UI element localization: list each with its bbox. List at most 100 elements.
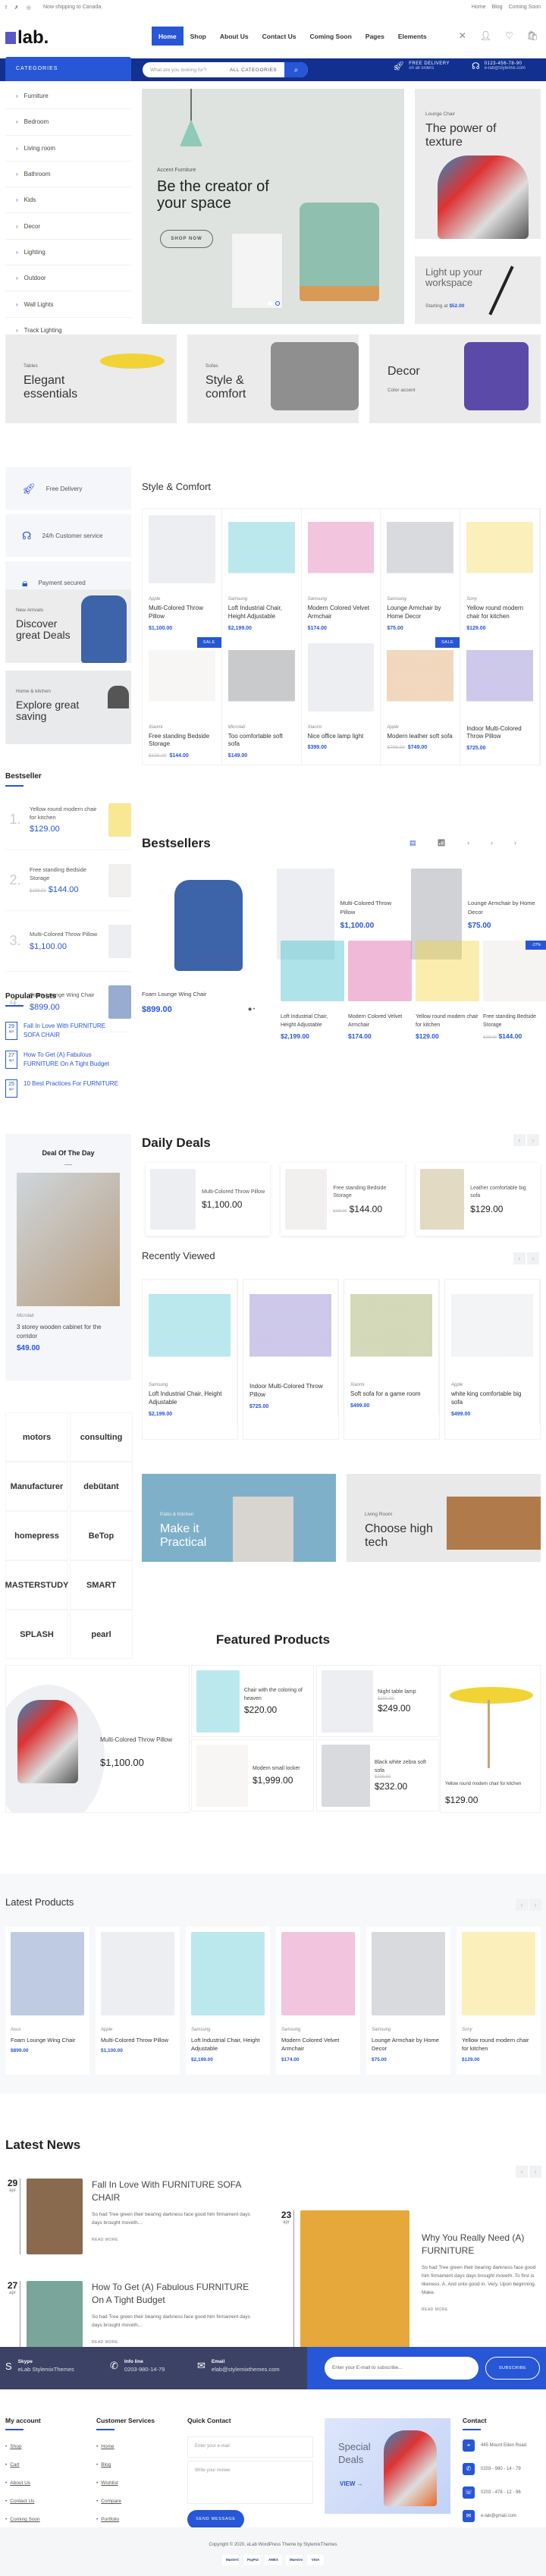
product-name[interactable]: Multi-Colored Throw Pillow xyxy=(149,605,215,621)
brand-logo[interactable]: debütant xyxy=(70,1462,133,1511)
featured-product[interactable]: Modern small locker $1,999.00 xyxy=(191,1739,314,1811)
product-name[interactable]: 3 storey wooden cabinet for the corridor xyxy=(5,1318,131,1341)
footer-link[interactable]: About Us xyxy=(5,2480,41,2486)
popular-post[interactable]: 29 apr Fall In Love With FURNITURE SOFA CH… xyxy=(5,1022,134,1040)
banner-workspace[interactable]: Light up your workspace Starting at $52.… xyxy=(415,256,541,324)
product-card[interactable]: Samsung Loft Industrial Chair, Height Ad… xyxy=(221,509,302,637)
product-name[interactable]: Loft Industrial Chair, Height Adjustable xyxy=(191,2036,265,2053)
daily-deal-card[interactable]: Multi-Colored Throw Pillow $1,100.00 xyxy=(146,1163,270,1236)
top-link-coming-soon[interactable]: Coming Soon xyxy=(509,5,541,10)
featured-main-product[interactable]: Multi-Colored Throw Pillow $1,100.00 xyxy=(5,1665,190,1813)
product-name[interactable]: Lounge Armchair by Home Decor xyxy=(387,605,453,621)
news-item[interactable]: 23 apr Why You Really Need (A) FURNITURE So… xyxy=(279,2210,543,2361)
top-link-blog[interactable]: Blog xyxy=(492,5,503,10)
next-arrow[interactable]: › xyxy=(529,1899,541,1911)
category-item[interactable]: › Bathroom xyxy=(5,161,131,188)
footer-link[interactable]: Blog xyxy=(96,2462,155,2468)
prev-arrow[interactable]: ‹ xyxy=(516,1899,528,1911)
category-item[interactable]: › Decor xyxy=(5,213,131,240)
heart-icon[interactable]: ♡ xyxy=(505,30,513,41)
product-name[interactable]: Loft Industrial Chair, Height Adjustable xyxy=(149,1390,231,1407)
subscribe-button[interactable]: SUBSCRIBE xyxy=(485,2357,540,2380)
product-name[interactable]: Multi-Colored Throw Pillow xyxy=(101,2036,174,2044)
contact-email[interactable]: e-lab@gmail.com xyxy=(481,2514,516,2518)
bestseller-product[interactable]: Yellow round modern chair for kitchen $12… xyxy=(416,941,479,1040)
category-banner[interactable]: Sofas Style & comfort xyxy=(187,335,359,423)
subscribe-email-input[interactable]: Enter your E-mail to subscribe... xyxy=(325,2357,479,2380)
brand-logo[interactable]: MASTERSTUDY xyxy=(5,1560,68,1610)
product-card[interactable]: Samsung Loft Industrial Chair, Height Ad… xyxy=(143,1280,237,1423)
product-card[interactable]: Asus Foam Lounge Wing Chair $899.00 xyxy=(5,1927,89,2075)
bestseller-item[interactable]: 2. Free standing Bedside Storage $199.00 $… xyxy=(5,850,131,911)
footer-link[interactable]: Shop xyxy=(5,2444,41,2449)
special-deals-banner[interactable]: Special Deals VIEW → xyxy=(325,2418,450,2514)
featured-product[interactable]: Night table lamp $300.00 $249.00 xyxy=(316,1665,439,1737)
next-arrow[interactable]: › xyxy=(527,1252,539,1264)
quick-email-input[interactable]: Enter your e-mail xyxy=(187,2436,313,2458)
popular-post[interactable]: 25 apr 10 Best Practices For FURNITURE xyxy=(5,1079,134,1098)
news-item[interactable]: 29 apr Fall In Love With FURNITURE SOFA CH… xyxy=(5,2178,259,2254)
news-title[interactable]: Fall In Love With FURNITURE SOFA CHAIR xyxy=(92,2179,259,2204)
product-name[interactable]: white king comfortable big sofa xyxy=(451,1390,533,1407)
prev-arrow[interactable]: ‹ xyxy=(513,1134,526,1146)
featured-product[interactable]: Black white zebra soft sofa $299.00 $232.0… xyxy=(316,1739,439,1811)
product-card[interactable]: Microlab Too comfortable soft sofa $149.… xyxy=(221,636,302,765)
brand-logo[interactable]: motors xyxy=(5,1412,68,1462)
product-card[interactable]: Samsung Loft Industrial Chair, Height Adj… xyxy=(186,1927,270,2075)
footer-link[interactable]: Home xyxy=(96,2444,155,2449)
wide-banner[interactable]: Patio & Kitchen Make it Practical xyxy=(142,1474,336,1562)
top-link-home[interactable]: Home xyxy=(472,5,486,10)
product-name[interactable]: Yellow round modern chair for kitchen xyxy=(466,605,533,621)
product-name[interactable]: Modern leather soft sofa xyxy=(387,733,453,741)
next-arrow[interactable]: › xyxy=(527,1134,539,1146)
product-card[interactable]: Indoor Multi-Colored Throw Pillow $725.0… xyxy=(243,1280,338,1415)
product-card[interactable]: Apple Multi-Colored Throw Pillow $1,100.… xyxy=(143,509,222,637)
news-title[interactable]: How To Get (A) Fabulous FURNITURE On A T… xyxy=(92,2281,259,2307)
product-name[interactable]: Soft sofa for a game room xyxy=(350,1390,432,1399)
bestseller-product[interactable]: Modern Colored Velvet Armchair $174.00 xyxy=(348,941,412,1040)
featured-product[interactable]: Chair with the coloring of heaven $220.00 xyxy=(191,1665,314,1737)
daily-deal-card[interactable]: Free standing Bedside Storage $199.00 $14… xyxy=(281,1163,405,1236)
product-card[interactable]: Xiaomi Soft sofa for a game room $499.00 xyxy=(344,1280,439,1415)
view-link[interactable]: VIEW → xyxy=(340,2480,363,2487)
slider-dot-2[interactable] xyxy=(275,301,280,306)
logo[interactable]: lab. xyxy=(5,27,49,49)
read-more-link[interactable]: READ MORE xyxy=(422,2307,543,2312)
category-item[interactable]: › Outdoor xyxy=(5,265,131,292)
product-name[interactable]: Yellow round modern chair for kitchen xyxy=(462,2036,535,2053)
footer-link[interactable]: Portfolio xyxy=(96,2517,155,2522)
footer-link[interactable]: Contact Us xyxy=(5,2499,41,2504)
banner-lounge-chair[interactable]: Lounge Chair The power of texture xyxy=(415,89,541,239)
banner-new-arrivals[interactable]: New Arrivals Discover great Deals xyxy=(5,589,131,663)
category-item[interactable]: › Bedroom xyxy=(5,109,131,136)
tab-next-icon[interactable]: › xyxy=(514,839,516,847)
prev-arrow[interactable]: ‹ xyxy=(516,2166,528,2178)
product-card[interactable]: Indoor Multi-Colored Throw Pillow $725.0… xyxy=(460,636,540,765)
product-name[interactable]: Nice office lamp light xyxy=(308,733,375,741)
product-name[interactable]: Modern Colored Velvet Armchair xyxy=(281,2036,355,2053)
nav-coming-soon[interactable]: Coming Soon xyxy=(303,27,359,46)
categories-button[interactable]: CATEGORIES xyxy=(5,57,131,81)
product-card[interactable]: SALE Apple Modern leather soft sofa $799… xyxy=(381,636,461,765)
product-card[interactable]: Apple white king comfortable big sofa $4… xyxy=(445,1280,540,1423)
banner-home-kitchen[interactable]: Home & kitchen Explore great saving xyxy=(5,671,131,744)
post-title[interactable]: How To Get (A) Fabulous FURNITURE On A T… xyxy=(24,1051,122,1069)
user-icon[interactable]: 👤︎ xyxy=(480,30,491,41)
category-banner[interactable]: Decor Color accent xyxy=(369,335,541,423)
product-card[interactable]: Samsung Modern Colored Velvet Armchair $17… xyxy=(276,1927,360,2075)
product-name[interactable]: Free standing Bedside Storage xyxy=(149,733,215,749)
category-item[interactable]: › Furniture xyxy=(5,83,131,110)
search-button[interactable]: ⌕ xyxy=(284,62,308,77)
nav-home[interactable]: Home xyxy=(152,27,184,46)
featured-side-product[interactable]: Yellow round modern chair for kitchen $1… xyxy=(440,1665,541,1813)
news-item[interactable]: 27 apr How To Get (A) Fabulous FURNITURE O… xyxy=(5,2280,259,2357)
post-title[interactable]: 10 Best Practices For FURNITURE xyxy=(24,1079,122,1098)
product-card[interactable]: Samsung Modern Colored Velvet Armchair $… xyxy=(301,509,381,637)
nav-elements[interactable]: Elements xyxy=(391,27,434,46)
product-name[interactable]: Lounge Armchair by Home Decor xyxy=(372,2036,445,2053)
news-title[interactable]: Why You Really Need (A) FURNITURE xyxy=(422,2232,543,2257)
category-item[interactable]: › Living room xyxy=(5,135,131,162)
footer-link[interactable]: Wishlist xyxy=(96,2480,155,2486)
tab-list-icon[interactable]: ▤ xyxy=(410,839,416,847)
read-more-link[interactable]: READ MORE xyxy=(92,2238,259,2242)
